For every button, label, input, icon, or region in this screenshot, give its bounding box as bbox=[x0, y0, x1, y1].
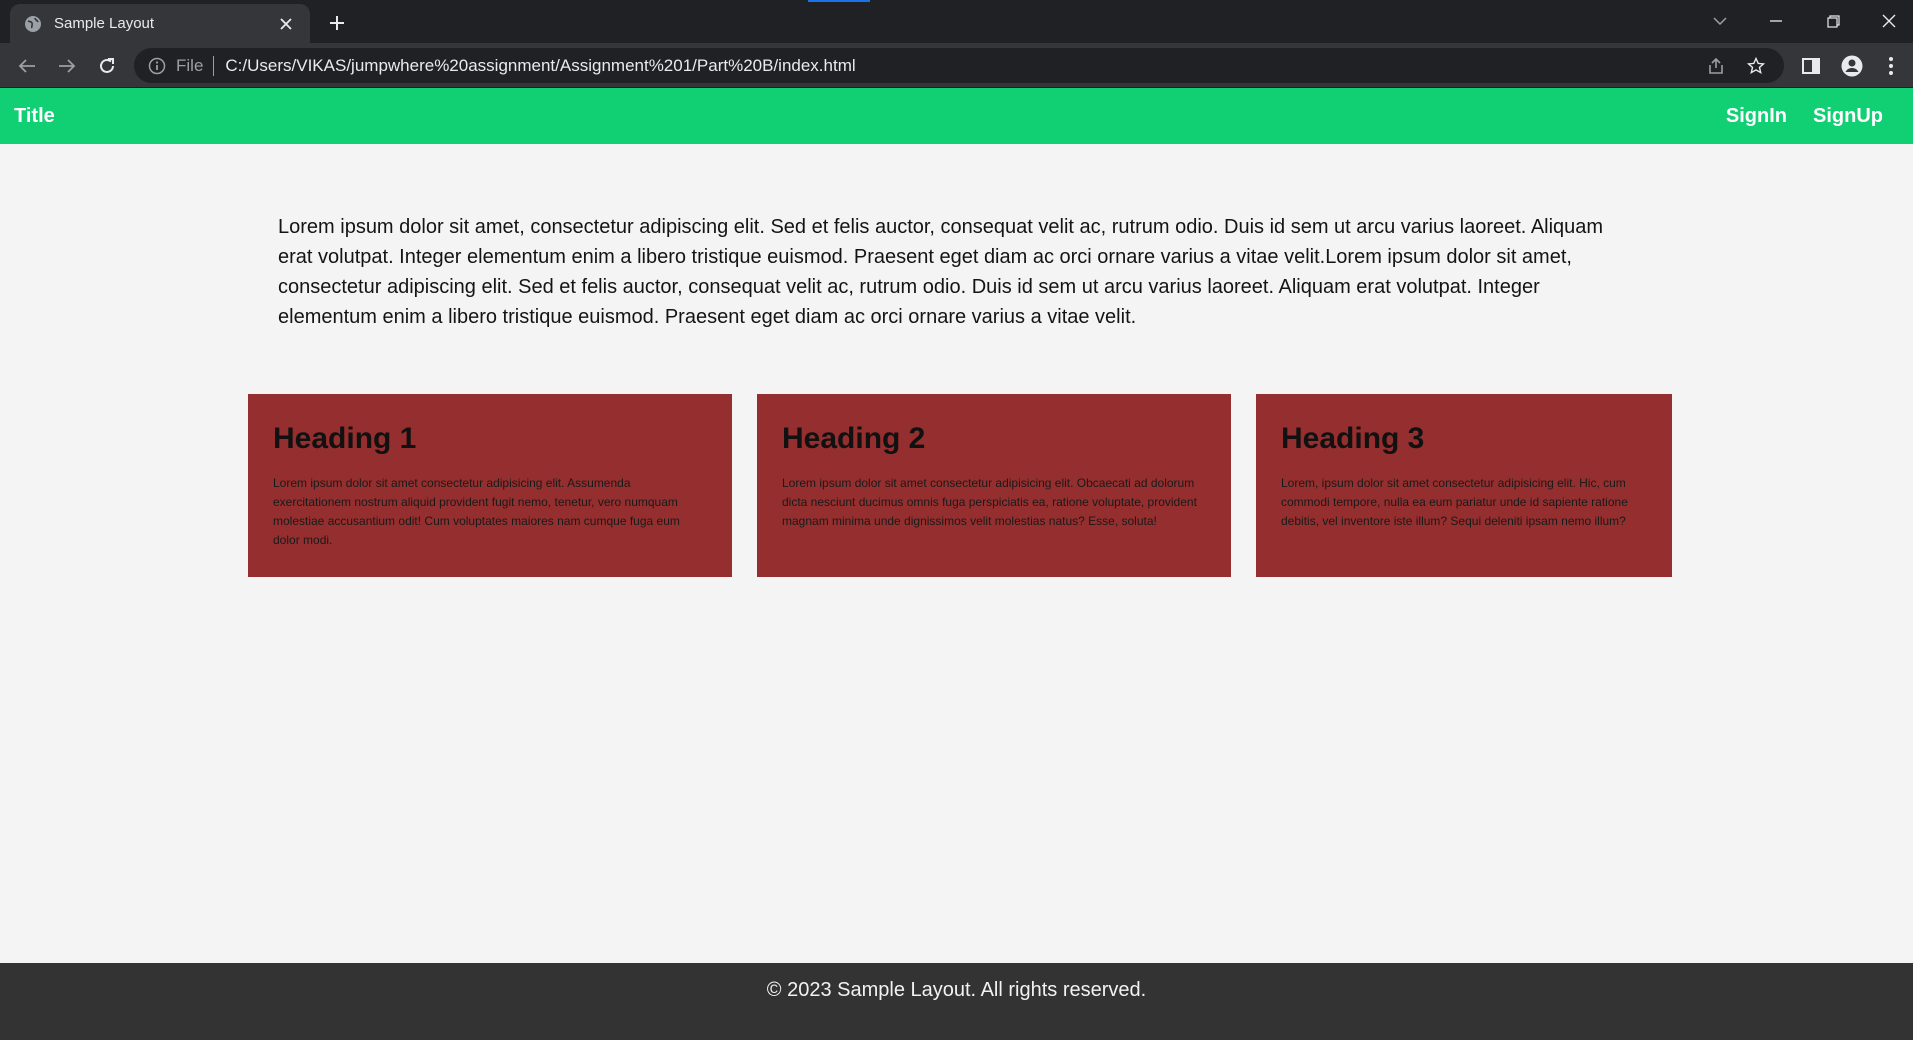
signup-link[interactable]: SignUp bbox=[1813, 105, 1883, 128]
copyright-text: © 2023 Sample Layout. All rights reserve… bbox=[766, 979, 1147, 1001]
address-bar[interactable]: File C:/Users/VIKAS/jumpwhere%20assignme… bbox=[134, 48, 1784, 83]
card-2: Heading 2 Lorem ipsum dolor sit amet con… bbox=[757, 394, 1231, 577]
card-heading: Heading 2 bbox=[782, 422, 926, 455]
url-text[interactable]: C:/Users/VIKAS/jumpwhere%20assignment/As… bbox=[225, 56, 855, 76]
site-footer: © 2023 Sample Layout. All rights reserve… bbox=[0, 963, 1913, 1040]
card-text: Lorem, ipsum dolor sit amet consectetur … bbox=[1281, 476, 1628, 528]
minimize-icon[interactable] bbox=[1761, 6, 1791, 36]
browser-tab[interactable]: Sample Layout bbox=[10, 4, 310, 43]
card-3: Heading 3 Lorem, ipsum dolor sit amet co… bbox=[1256, 394, 1672, 577]
browser-tab-strip: Sample Layout bbox=[0, 0, 1913, 43]
card-text: Lorem ipsum dolor sit amet consectetur a… bbox=[273, 476, 680, 547]
profile-icon[interactable] bbox=[1838, 52, 1866, 80]
url-scheme: File bbox=[176, 55, 204, 75]
tab-title: Sample Layout bbox=[54, 15, 155, 32]
restore-icon[interactable] bbox=[1818, 6, 1848, 36]
web-page: Title SignIn SignUp Lorem ipsum dolor si… bbox=[0, 88, 1913, 1040]
signin-link[interactable]: SignIn bbox=[1726, 105, 1787, 128]
share-icon[interactable] bbox=[1706, 56, 1726, 76]
card-1: Heading 1 Lorem ipsum dolor sit amet con… bbox=[248, 394, 732, 577]
site-header: Title SignIn SignUp bbox=[0, 88, 1913, 144]
browser-toolbar: File C:/Users/VIKAS/jumpwhere%20assignme… bbox=[0, 43, 1913, 88]
star-icon[interactable] bbox=[1746, 56, 1766, 76]
intro-paragraph: Lorem ipsum dolor sit amet, consectetur … bbox=[278, 216, 1604, 328]
info-icon[interactable] bbox=[148, 57, 166, 75]
arrow-left-icon[interactable] bbox=[12, 51, 42, 81]
plus-icon[interactable] bbox=[324, 10, 350, 36]
chevron-down-icon[interactable] bbox=[1705, 6, 1735, 36]
url-separator bbox=[213, 55, 215, 76]
site-title: Title bbox=[14, 105, 55, 127]
card-heading: Heading 3 bbox=[1281, 422, 1425, 455]
card-text: Lorem ipsum dolor sit amet consectetur a… bbox=[782, 476, 1197, 528]
close-icon[interactable] bbox=[276, 14, 296, 34]
side-panel-icon[interactable] bbox=[1797, 52, 1825, 80]
site-nav: SignIn SignUp bbox=[1726, 105, 1883, 128]
reload-icon[interactable] bbox=[92, 51, 122, 81]
close-window-icon[interactable] bbox=[1874, 6, 1904, 36]
globe-icon bbox=[24, 15, 42, 33]
kebab-menu-icon[interactable] bbox=[1877, 52, 1905, 80]
card-heading: Heading 1 bbox=[273, 422, 417, 455]
loading-indicator bbox=[808, 0, 870, 2]
arrow-right-icon[interactable] bbox=[52, 51, 82, 81]
